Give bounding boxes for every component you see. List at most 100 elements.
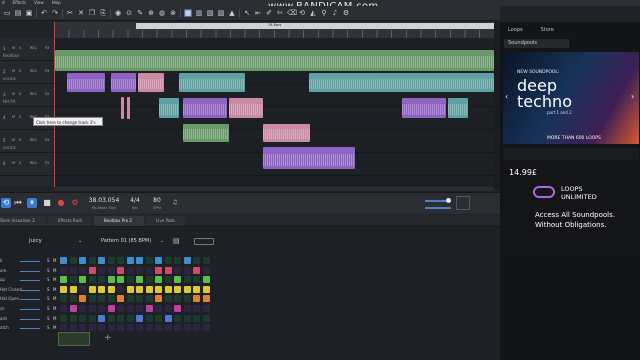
step-pad[interactable] <box>164 266 172 274</box>
step-pad[interactable] <box>60 257 67 264</box>
step-pad[interactable] <box>60 295 67 303</box>
step-pad[interactable] <box>107 305 115 312</box>
step-pad[interactable] <box>126 266 134 274</box>
step-pad[interactable] <box>193 324 200 332</box>
record-options-icon[interactable]: ⚙ <box>70 198 80 208</box>
step-pad[interactable] <box>107 314 115 322</box>
horizontal-scrollbar[interactable] <box>54 187 494 191</box>
track-record-button[interactable]: REC <box>30 46 37 50</box>
scissors-tool-icon[interactable]: ✄ <box>276 9 284 17</box>
step-pad[interactable] <box>155 314 162 322</box>
instrument-volume-slider[interactable] <box>20 309 40 310</box>
pencil-tool-icon[interactable]: ✐ <box>265 9 273 17</box>
step-pad[interactable] <box>174 305 181 312</box>
step-pad[interactable] <box>117 314 124 322</box>
step-pad[interactable] <box>126 314 134 322</box>
instrument-row[interactable]: k SM <box>0 257 56 265</box>
loop-tool-icon[interactable]: ⟲ <box>298 9 306 17</box>
track-lane[interactable] <box>54 107 494 142</box>
step-pad[interactable] <box>164 314 172 322</box>
zoom-icon[interactable]: ⊙ <box>125 9 133 17</box>
track-lane[interactable] <box>54 38 494 71</box>
instrument-solo-button[interactable]: S <box>47 276 50 284</box>
step-pad[interactable] <box>107 266 115 274</box>
playhead[interactable] <box>54 22 55 188</box>
step-pad[interactable] <box>117 295 124 303</box>
step-pad[interactable] <box>136 295 143 303</box>
step-pad[interactable] <box>79 305 86 312</box>
step-pad[interactable] <box>79 314 86 322</box>
track-solo-button[interactable]: S <box>19 161 21 165</box>
step-pad[interactable] <box>145 295 153 303</box>
step-pad[interactable] <box>117 305 124 312</box>
step-pad[interactable] <box>60 324 67 332</box>
step-pad[interactable] <box>136 266 143 274</box>
step-pad[interactable] <box>79 257 86 264</box>
step-pad[interactable] <box>107 285 115 293</box>
step-pad[interactable] <box>193 276 200 284</box>
track-record-button[interactable]: REC <box>30 69 37 73</box>
arrange-view-icon[interactable]: ▦ <box>184 9 192 17</box>
instrument-row[interactable]: ck S M <box>0 305 56 313</box>
step-pad[interactable] <box>98 266 105 274</box>
step-pad[interactable] <box>69 295 77 303</box>
step-pad[interactable] <box>155 285 162 293</box>
step-pad[interactable] <box>202 305 210 312</box>
track-mute-button[interactable]: M <box>12 138 15 142</box>
speaker-icon[interactable]: ♪ <box>331 9 339 17</box>
track-solo-button[interactable]: S <box>19 46 21 50</box>
step-pad[interactable] <box>79 295 86 303</box>
step-pad[interactable] <box>79 324 86 332</box>
new-file-icon[interactable]: ▭ <box>3 9 11 17</box>
tab-store[interactable]: Store <box>541 26 554 35</box>
track-record-button[interactable]: REC <box>30 138 37 142</box>
step-pad[interactable] <box>183 295 191 303</box>
step-pad[interactable] <box>174 266 181 274</box>
step-pad[interactable] <box>164 276 172 284</box>
step-pad[interactable] <box>88 257 96 264</box>
step-pad[interactable] <box>88 266 96 274</box>
step-pad[interactable] <box>183 257 191 264</box>
loop-range-bar[interactable] <box>136 23 494 29</box>
step-pad[interactable] <box>136 305 143 312</box>
step-pad[interactable] <box>126 295 134 303</box>
snap-icon[interactable]: ◉ <box>114 9 122 17</box>
soundpool-source-select[interactable]: Soundpools <box>504 39 569 48</box>
step-pad[interactable] <box>69 276 77 284</box>
step-pad[interactable] <box>126 257 134 264</box>
step-pad[interactable] <box>69 305 77 312</box>
step-pad[interactable] <box>107 324 115 332</box>
step-pad[interactable] <box>193 305 200 312</box>
eraser-tool-icon[interactable]: ⌫ <box>287 9 297 17</box>
instrument-volume-slider[interactable] <box>20 261 40 262</box>
step-pad[interactable] <box>155 305 162 312</box>
step-pad[interactable] <box>136 257 143 264</box>
pattern-waveform-icon[interactable] <box>194 238 214 245</box>
step-pad[interactable] <box>183 285 191 293</box>
step-pad[interactable] <box>98 305 105 312</box>
time-signature-display[interactable]: 4/4 <box>128 197 142 204</box>
step-pad[interactable] <box>145 266 153 274</box>
track-mute-button[interactable]: M <box>12 161 15 165</box>
tab-loops[interactable]: Loops <box>508 26 523 35</box>
undo-icon[interactable]: ↶ <box>40 9 48 17</box>
instrument-volume-slider[interactable] <box>20 280 40 282</box>
instrument-mute-button[interactable]: M <box>53 286 56 294</box>
tab-stem-visualizer[interactable]: Stem Visualizer 2 <box>0 216 46 226</box>
master-pan-slider[interactable] <box>425 207 451 209</box>
step-pad[interactable] <box>136 285 143 293</box>
instrument-volume-slider[interactable] <box>20 299 40 301</box>
instrument-volume-slider[interactable] <box>20 289 40 291</box>
step-pad[interactable] <box>98 295 105 303</box>
arrangement-area[interactable] <box>54 38 494 186</box>
step-pad[interactable] <box>145 285 153 293</box>
step-pad[interactable] <box>164 305 172 312</box>
step-pad[interactable] <box>202 295 210 303</box>
step-pad[interactable] <box>98 314 105 322</box>
step-pad[interactable] <box>88 285 96 293</box>
step-pad[interactable] <box>69 285 77 293</box>
track-lane[interactable] <box>54 130 494 169</box>
metronome-icon[interactable]: ▲ <box>228 9 236 17</box>
step-pad[interactable] <box>69 257 77 264</box>
pattern-selector[interactable]: Pattern 01 (85 BPM) <box>101 238 151 244</box>
